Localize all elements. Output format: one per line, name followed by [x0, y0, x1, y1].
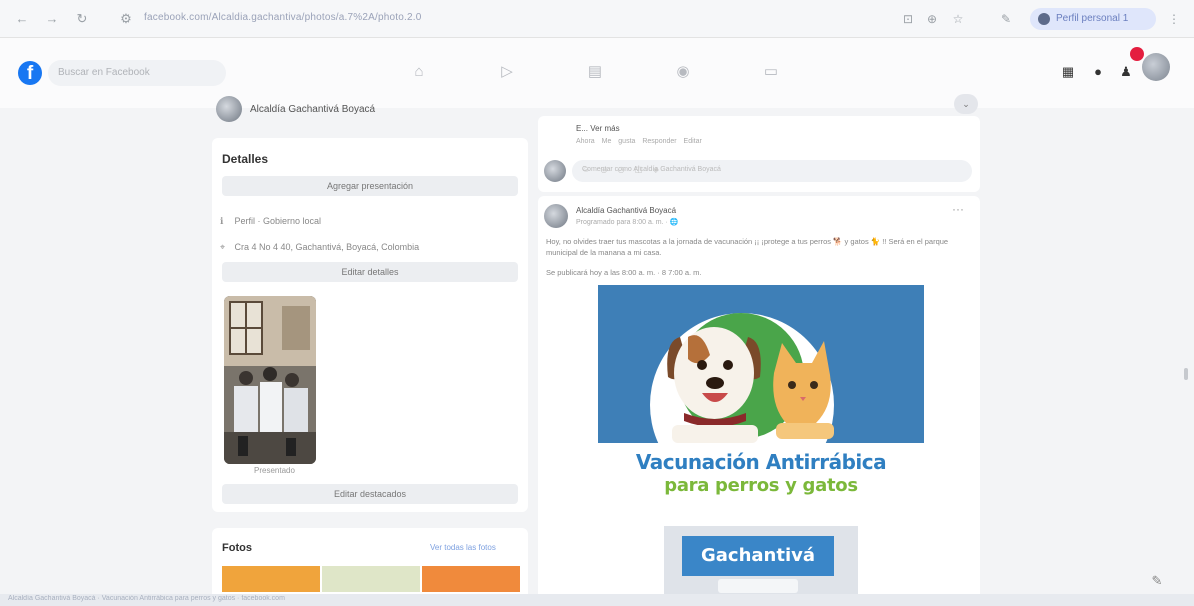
facebook-header: f Buscar en Facebook ⌂ ▷ ▤ ◉ ▭ ▦ ● ♟ — [0, 38, 1194, 108]
site-info-icon[interactable]: ⚙ — [118, 11, 134, 27]
install-icon[interactable]: ⊡ — [900, 11, 916, 27]
page-avatar[interactable] — [216, 96, 242, 122]
messenger-icon[interactable]: ● — [1086, 60, 1110, 84]
see-all-photos-link[interactable]: Ver todas las fotos — [430, 543, 496, 552]
poster-title: Vacunación Antirrábica — [635, 450, 887, 474]
zoom-icon[interactable]: ⊕ — [924, 11, 940, 27]
detail-row-location: ⌖ Cra 4 No 4 40, Gachantivá, Boyacá, Col… — [220, 242, 419, 253]
notifications-bell-icon[interactable]: ♟ — [1114, 60, 1138, 84]
photo-thumbnail[interactable] — [222, 566, 320, 592]
home-nav-icon[interactable]: ⌂ — [404, 58, 434, 86]
commenter-avatar — [544, 160, 566, 182]
profile-label: Perfil personal 1 — [1056, 13, 1129, 24]
emoji-tools-icon[interactable]: ☺ ◎ ◷ ◫ ◈ — [582, 165, 962, 174]
featured-label: Presentado — [254, 466, 295, 475]
notification-badge — [1130, 47, 1144, 61]
page-header: Alcaldía Gachantivá Boyacá — [216, 96, 526, 126]
detail-text: Cra 4 No 4 40, Gachantivá, Boyacá, Colom… — [234, 242, 420, 252]
gaming-nav-icon[interactable]: ▭ — [756, 58, 786, 86]
collapse-chevron-icon[interactable]: ⌄ — [954, 94, 978, 114]
browser-menu-icon[interactable]: ⋮ — [1166, 11, 1182, 27]
menu-grid-icon[interactable]: ▦ — [1056, 60, 1080, 84]
bookmark-star-icon[interactable]: ☆ — [950, 11, 966, 27]
post-author[interactable]: Alcaldía Gachantivá Boyacá — [576, 206, 676, 215]
account-avatar[interactable] — [1142, 53, 1170, 81]
more-options-icon[interactable]: ··· — [952, 202, 964, 216]
poster-municipality-badge: Gachantivá — [682, 536, 834, 576]
post-text: Hoy, no olvides traer tus mascotas a la … — [546, 237, 949, 257]
extensions-icon[interactable]: ✎ — [998, 11, 1014, 27]
photos-title: Fotos — [222, 542, 252, 554]
browser-profile-button[interactable]: Perfil personal 1 — [1030, 8, 1156, 30]
page-name[interactable]: Alcaldía Gachantivá Boyacá — [250, 104, 375, 115]
featured-photo[interactable] — [224, 296, 316, 464]
poster-badge-caption — [718, 579, 798, 593]
bottom-strip: Alcaldía Gachantivá Boyacá · Vacunación … — [0, 594, 1194, 606]
info-icon: ℹ — [220, 216, 224, 226]
comment-preview-card: E... Ver más Ahora Me gusta Responder Ed… — [538, 116, 980, 192]
url-text: facebook.com/Alcaldia.gachantiva/photos/… — [144, 12, 422, 23]
post-card: Alcaldía Gachantivá Boyacá Programado pa… — [538, 196, 980, 606]
facebook-logo-icon[interactable]: f — [18, 61, 42, 85]
details-title: Detalles — [222, 152, 269, 166]
details-card: Detalles Agregar presentación ℹ Perfil ·… — [212, 138, 528, 512]
address-bar[interactable]: ⚙ facebook.com/Alcaldia.gachantiva/photo… — [110, 7, 870, 31]
bottom-strip-text: Alcaldía Gachantivá Boyacá · Vacunación … — [8, 595, 285, 602]
groups-nav-icon[interactable]: ◉ — [668, 58, 698, 86]
add-intro-button[interactable]: Agregar presentación — [222, 176, 518, 196]
poster-subtitle: para perros y gatos — [664, 475, 858, 496]
location-icon: ⌖ — [220, 242, 226, 252]
comment-author: E... Ver más — [576, 124, 620, 133]
forward-icon[interactable]: → — [44, 11, 60, 27]
marketplace-nav-icon[interactable]: ▤ — [580, 58, 610, 86]
back-icon[interactable]: ← — [14, 11, 30, 27]
photo-thumbnail[interactable] — [422, 566, 520, 592]
comment-input[interactable]: Comentar como Alcaldía Gachantivá Boyacá… — [572, 160, 972, 182]
detail-row-category: ℹ Perfil · Gobierno local — [220, 216, 321, 227]
comment-actions[interactable]: Ahora Me gusta Responder Editar — [576, 138, 702, 145]
post-schedule: Se publicará hoy a las 8:00 a. m. · 8 7:… — [546, 268, 702, 277]
scrollbar-thumb[interactable] — [1184, 368, 1188, 380]
post-author-avatar[interactable] — [544, 204, 568, 228]
dog-and-cat-illustration — [667, 327, 834, 443]
photo-thumbnail[interactable] — [322, 566, 420, 592]
detail-text: Perfil · Gobierno local — [234, 216, 322, 226]
browser-toolbar: ← → ↻ ⚙ facebook.com/Alcaldia.gachantiva… — [0, 0, 1194, 38]
post-meta: Programado para 8:00 a. m. · 🌐 — [576, 219, 679, 226]
search-input[interactable]: Buscar en Facebook — [48, 60, 226, 86]
edit-details-button[interactable]: Editar detalles — [222, 262, 518, 282]
video-nav-icon[interactable]: ▷ — [492, 58, 522, 86]
new-message-icon[interactable]: ✎ — [1146, 570, 1168, 592]
post-image[interactable]: Vacunación Antirrábica para perros y gat… — [598, 285, 924, 606]
edit-featured-button[interactable]: Editar destacados — [222, 484, 518, 504]
reload-icon[interactable]: ↻ — [74, 11, 90, 27]
profile-avatar-icon — [1038, 13, 1050, 25]
search-placeholder: Buscar en Facebook — [58, 67, 150, 78]
